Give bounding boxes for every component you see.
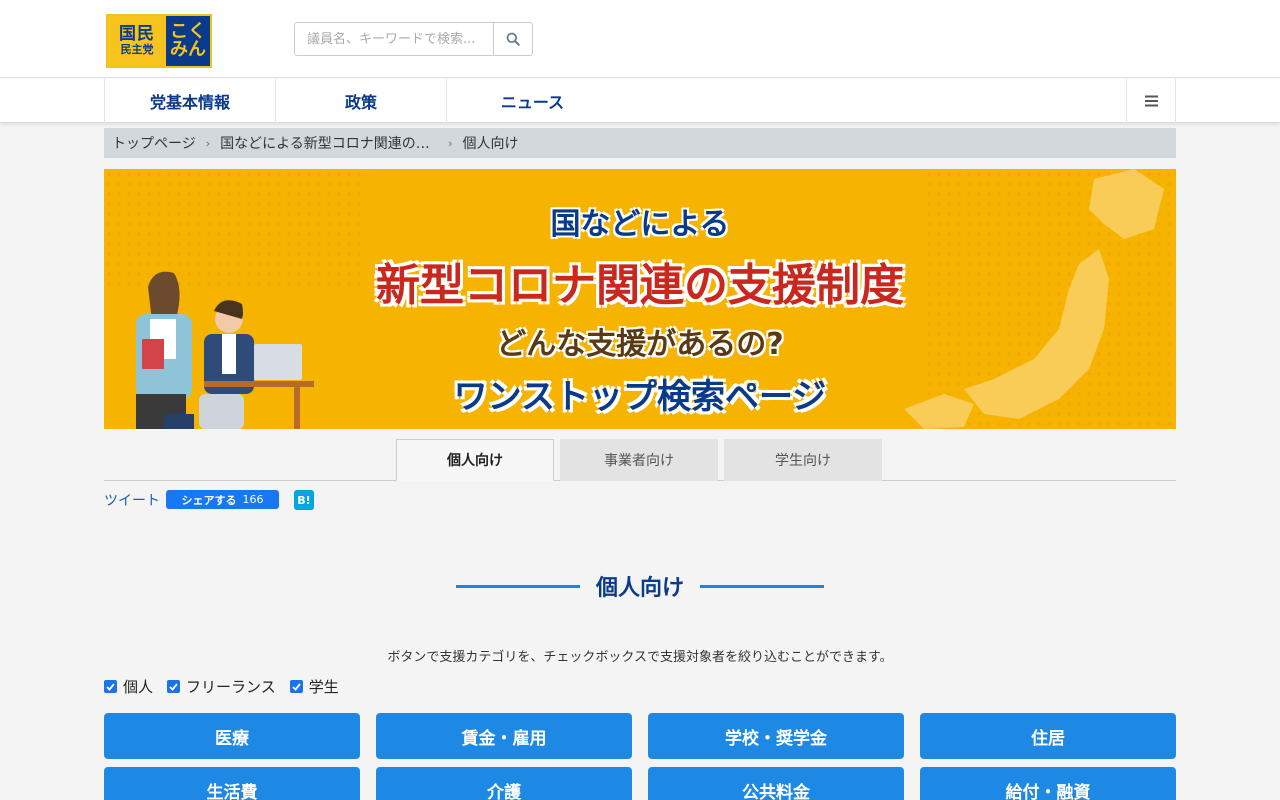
hatena-bookmark-button[interactable]: B! [294,490,314,510]
banner-line-4: ワンストップ検索ページ [453,377,827,417]
search-box [294,22,533,56]
heading-line-left [456,584,580,588]
nav-item-news[interactable]: ニュース [447,79,618,123]
category-button-wages-employment[interactable]: 賃金・雇用 [376,713,632,759]
category-button-benefits-loans[interactable]: 給付・融資 [920,767,1176,800]
checkbox-checked-icon[interactable] [167,680,181,693]
category-button-living-costs[interactable]: 生活費 [104,767,360,800]
section-title: 個人向け [596,576,685,601]
chevron-right-icon: › [448,136,453,150]
nav-item-policy[interactable]: 政策 [276,79,447,123]
checkbox-checked-icon[interactable] [289,680,303,693]
main-nav: 党基本情報 政策 ニュース [0,79,1280,123]
logo-text-1: 国民 [119,24,155,45]
heading-line-right [700,584,825,588]
banner-line-1: 国などによる [550,207,730,242]
breadcrumb-home[interactable]: トップページ [112,133,196,153]
category-button-medical[interactable]: 医療 [104,713,360,759]
hero-banner: 国などによる 新型コロナ関連の支援制度 どんな支援があるの? ワンストップ検索ペ… [104,169,1176,429]
tweet-button[interactable]: ツイート [104,490,160,510]
category-button-nursing-care[interactable]: 介護 [376,767,632,800]
site-header: 国民 民主党 こく みん [0,0,1280,78]
breadcrumb: トップページ › 国などによる新型コロナ関連の支援制度 › 個人向け [104,128,1176,158]
search-input[interactable] [295,23,493,55]
category-button-housing[interactable]: 住居 [920,713,1176,759]
filter-label: フリーランス [186,678,276,696]
filter-freelance[interactable]: フリーランス [167,676,276,697]
target-filters: 個人 フリーランス 学生 [104,676,339,697]
tab-individual[interactable]: 個人向け [396,439,554,481]
search-icon [506,32,520,46]
breadcrumb-parent[interactable]: 国などによる新型コロナ関連の支援制度 [220,133,438,153]
tab-student[interactable]: 学生向け [724,439,882,481]
banner-line-3: どんな支援があるの? [496,327,784,362]
section-heading: 個人向け [456,570,825,602]
filter-student[interactable]: 学生 [289,676,339,697]
nav-item-party-info[interactable]: 党基本情報 [105,79,276,123]
section-description: ボタンで支援カテゴリを、チェックボックスで支援対象者を絞り込むことができます。 [387,650,893,665]
menu-button[interactable] [1126,79,1175,123]
filter-individual[interactable]: 個人 [104,676,153,697]
hamburger-icon [1144,95,1158,107]
logo-text-4: みん [170,39,206,60]
facebook-share-label: シェアする [181,493,237,507]
filter-label: 個人 [123,678,154,696]
logo-text-2: 民主党 [120,43,154,57]
breadcrumb-current: 個人向け [462,136,519,152]
search-button[interactable] [493,23,532,55]
facebook-share-button[interactable]: シェアする 166 [166,490,279,509]
facebook-share-count: 166 [242,493,264,506]
filter-label: 学生 [308,678,339,696]
tab-business[interactable]: 事業者向け [560,439,718,481]
banner-line-2: 新型コロナ関連の支援制度 [376,260,904,311]
banner-headline: 国などによる 新型コロナ関連の支援制度 どんな支援があるの? ワンストップ検索ペ… [304,199,976,418]
party-logo[interactable]: 国民 民主党 こく みん [106,14,212,68]
chevron-right-icon: › [205,136,211,150]
category-button-school-scholarship[interactable]: 学校・奨学金 [648,713,904,759]
category-button-utilities[interactable]: 公共料金 [648,767,904,800]
checkbox-checked-icon[interactable] [104,680,117,693]
